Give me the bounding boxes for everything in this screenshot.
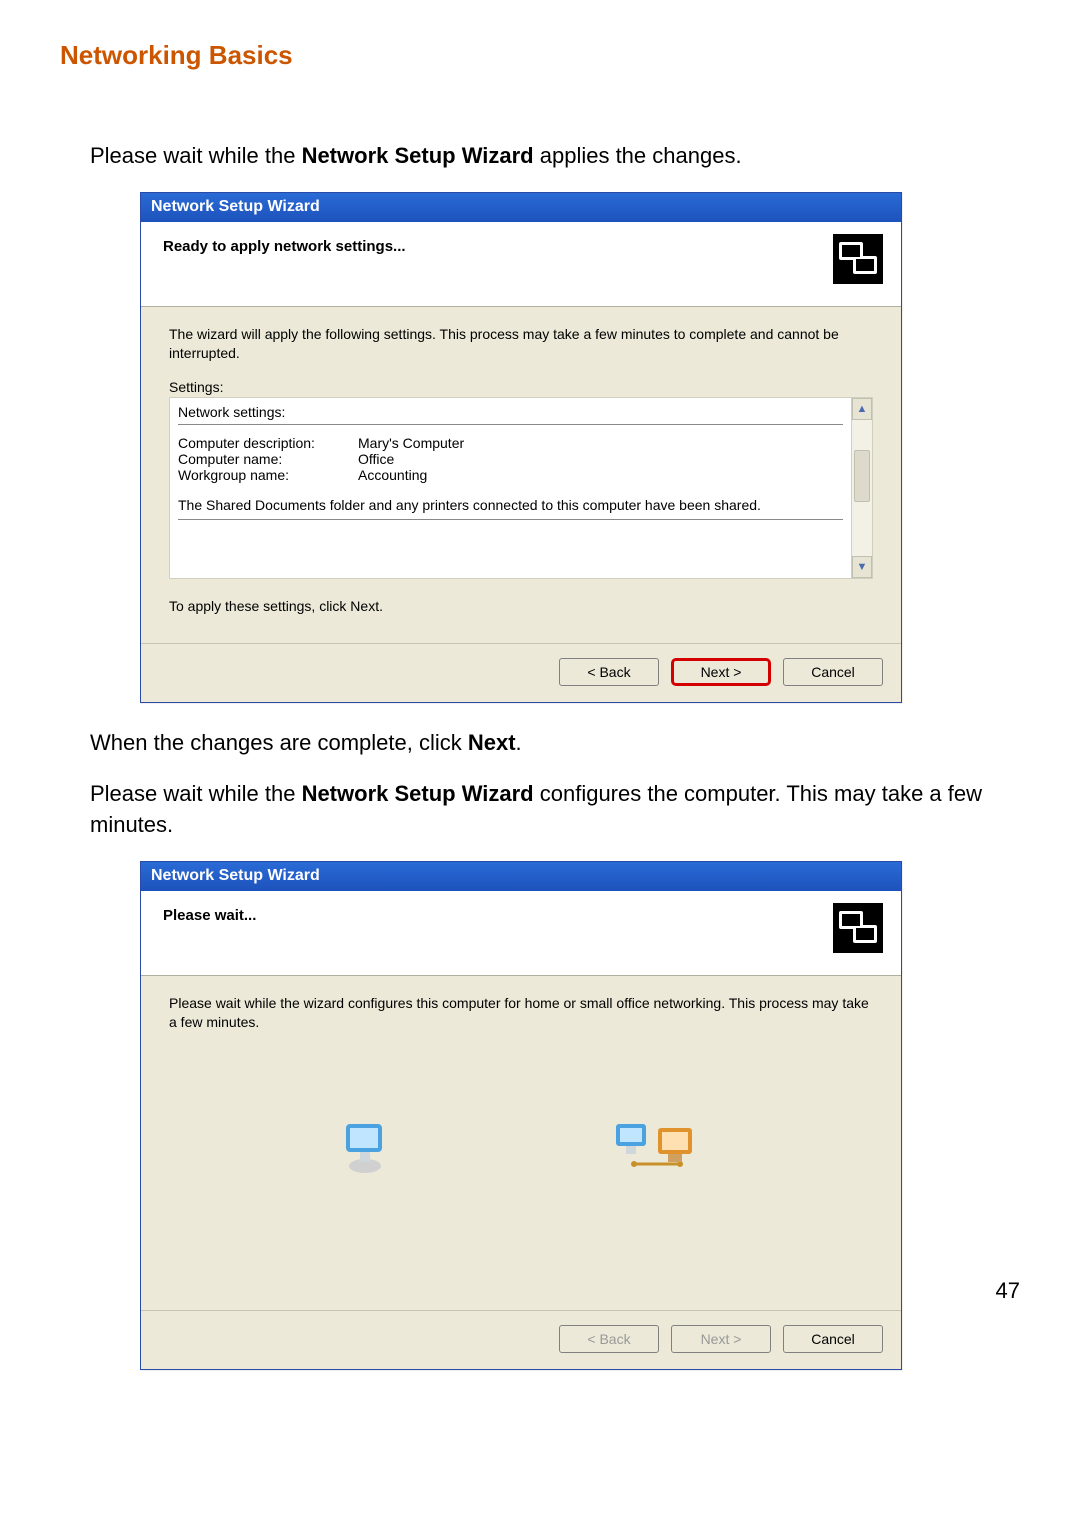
settings-box: Network settings: Computer description: … xyxy=(169,397,873,579)
cancel-button[interactable]: Cancel xyxy=(783,658,883,686)
computer-icon xyxy=(340,1120,390,1175)
button-row: < Back Next > Cancel xyxy=(141,1310,901,1369)
back-button[interactable]: < Back xyxy=(559,1325,659,1353)
page-title: Networking Basics xyxy=(60,40,1020,71)
network-icon xyxy=(833,903,883,953)
wizard-header-title: Ready to apply network settings... xyxy=(163,234,406,255)
row-val: Office xyxy=(358,451,394,467)
networked-computers-icon xyxy=(612,1120,702,1175)
wizard-intro-text: Please wait while the wizard configures … xyxy=(169,994,873,1032)
settings-row: Workgroup name: Accounting xyxy=(178,467,843,483)
scrollbar[interactable]: ▲ ▼ xyxy=(851,398,872,578)
scroll-down-icon[interactable]: ▼ xyxy=(852,556,872,578)
wizard-content: Please wait while the wizard configures … xyxy=(141,976,901,1310)
settings-heading: Network settings: xyxy=(178,402,843,425)
scroll-up-icon[interactable]: ▲ xyxy=(852,398,872,420)
para2-prefix: Please wait while the xyxy=(90,781,302,806)
intro-paragraph: Please wait while the Network Setup Wiza… xyxy=(90,141,1020,172)
mid-bold: Next xyxy=(468,730,516,755)
button-row: < Back Next > Cancel xyxy=(141,643,901,702)
apply-hint: To apply these settings, click Next. xyxy=(169,597,873,616)
settings-label: Settings: xyxy=(169,379,873,395)
network-icon xyxy=(833,234,883,284)
wizard-header: Please wait... xyxy=(141,891,901,976)
page-number: 47 xyxy=(996,1278,1020,1304)
wizard-ready: Network Setup Wizard Ready to apply netw… xyxy=(140,192,902,704)
titlebar: Network Setup Wizard xyxy=(141,862,901,891)
titlebar: Network Setup Wizard xyxy=(141,193,901,222)
back-button[interactable]: < Back xyxy=(559,658,659,686)
row-key: Computer name: xyxy=(178,451,358,467)
shared-note: The Shared Documents folder and any prin… xyxy=(178,483,843,520)
wizard-header-title: Please wait... xyxy=(163,903,256,924)
mid-suffix: . xyxy=(516,730,522,755)
para2-bold: Network Setup Wizard xyxy=(302,781,534,806)
intro-prefix: Please wait while the xyxy=(90,143,302,168)
para2: Please wait while the Network Setup Wiza… xyxy=(90,779,1020,841)
wizard-please-wait: Network Setup Wizard Please wait... Plea… xyxy=(140,861,902,1370)
wizard-intro-text: The wizard will apply the following sett… xyxy=(169,325,873,363)
row-key: Workgroup name: xyxy=(178,467,358,483)
next-button[interactable]: Next > xyxy=(671,658,771,686)
mid-paragraph: When the changes are complete, click Nex… xyxy=(90,728,1020,759)
scroll-thumb[interactable] xyxy=(854,450,870,502)
intro-bold: Network Setup Wizard xyxy=(302,143,534,168)
next-button[interactable]: Next > xyxy=(671,1325,771,1353)
mid-prefix: When the changes are complete, click xyxy=(90,730,468,755)
row-key: Computer description: xyxy=(178,435,358,451)
settings-row: Computer name: Office xyxy=(178,451,843,467)
wizard-header: Ready to apply network settings... xyxy=(141,222,901,307)
intro-suffix: applies the changes. xyxy=(534,143,742,168)
settings-inner: Network settings: Computer description: … xyxy=(170,398,851,578)
settings-row: Computer description: Mary's Computer xyxy=(178,435,843,451)
row-val: Mary's Computer xyxy=(358,435,464,451)
cancel-button[interactable]: Cancel xyxy=(783,1325,883,1353)
wizard-content: The wizard will apply the following sett… xyxy=(141,307,901,644)
scroll-track[interactable] xyxy=(852,420,872,556)
network-animation xyxy=(169,1048,873,1298)
row-val: Accounting xyxy=(358,467,427,483)
